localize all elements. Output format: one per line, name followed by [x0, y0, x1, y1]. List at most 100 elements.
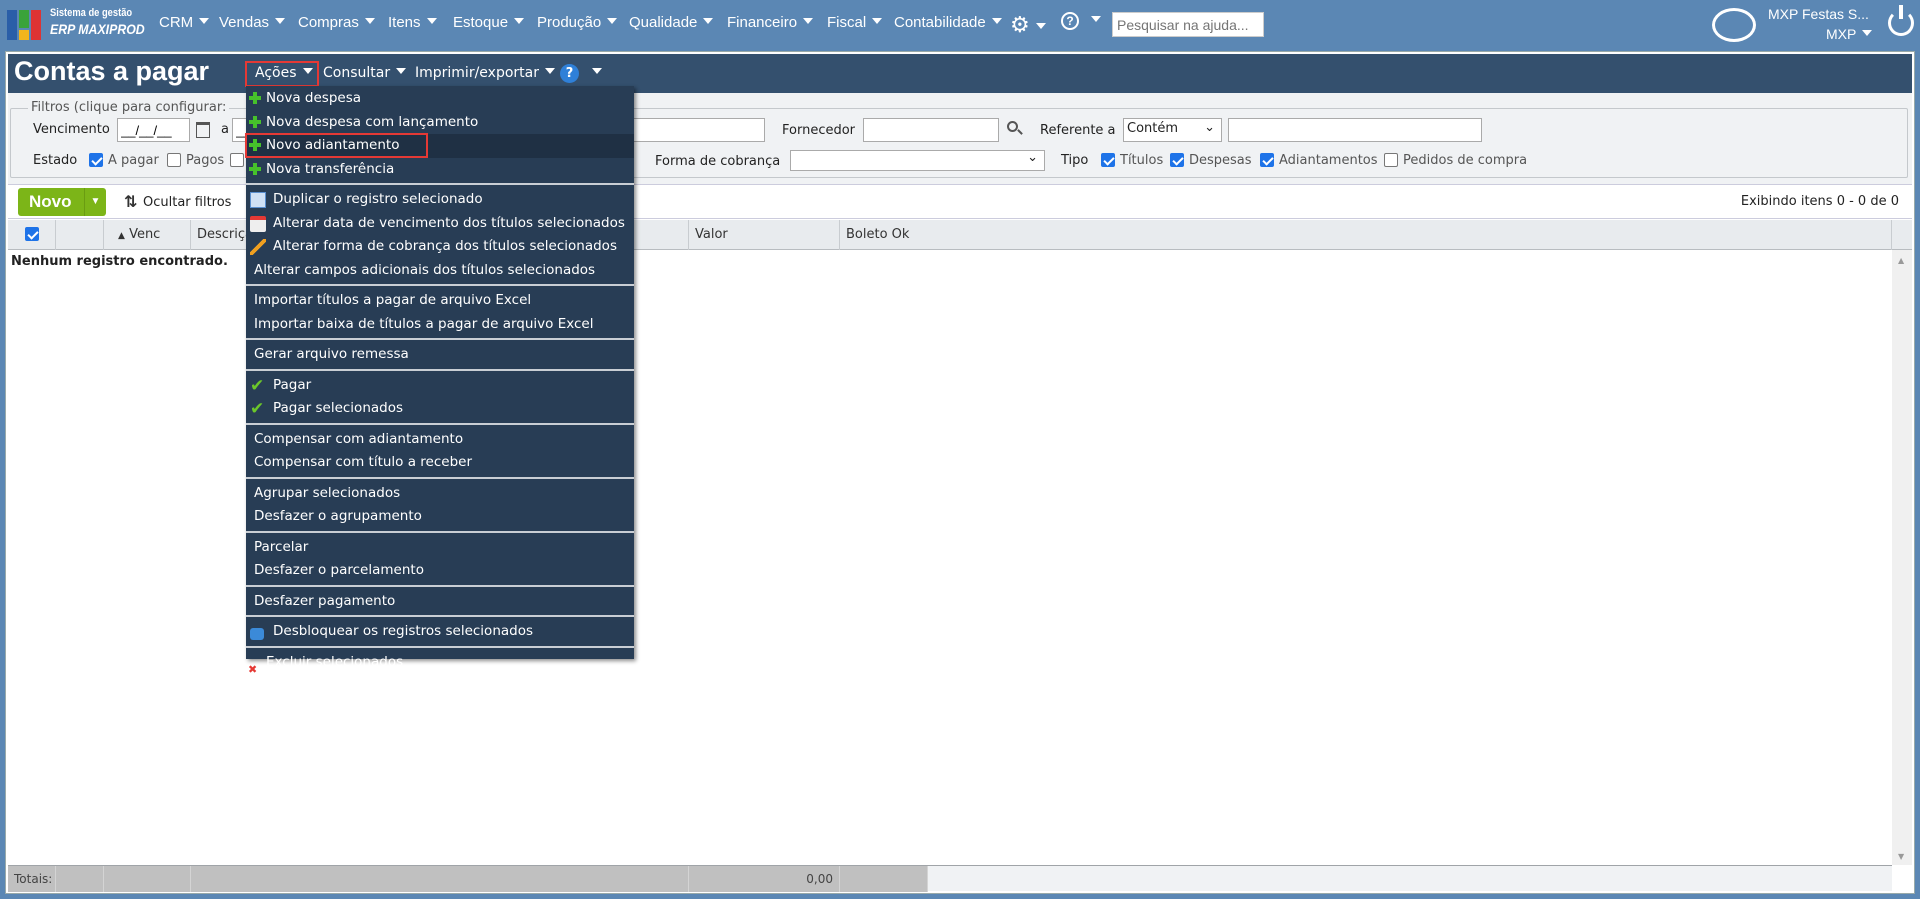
- company-label: MXP: [1826, 26, 1857, 42]
- a-label: a: [221, 122, 229, 137]
- nav-label: Qualidade: [629, 14, 698, 31]
- column-valor[interactable]: Valor: [689, 220, 840, 250]
- scrollbar[interactable]: ▲ ▼: [1892, 250, 1912, 865]
- delete-icon: ✖: [248, 662, 258, 676]
- caret-down-icon: [703, 18, 714, 24]
- tipo-titulos-checkbox[interactable]: [1101, 153, 1115, 167]
- caret-down-icon: [1035, 23, 1046, 29]
- caret-down-icon: [803, 18, 814, 24]
- help-icon[interactable]: ?: [560, 64, 579, 83]
- menu-item[interactable]: ✔ Pagar: [246, 374, 634, 398]
- menu-item[interactable]: Importar baixa de títulos a pagar de arq…: [246, 313, 634, 337]
- fornecedor-input[interactable]: [863, 118, 999, 142]
- nav-compras[interactable]: Compras: [298, 14, 375, 31]
- menu-item[interactable]: Desbloquear os registros selecionados: [246, 620, 634, 644]
- acoes-menu[interactable]: Ações: [255, 65, 313, 81]
- estado-checkbox[interactable]: [230, 153, 244, 167]
- tipo-label: Tipo: [1061, 153, 1089, 168]
- menu-item[interactable]: Nova despesa com lançamento: [246, 111, 634, 135]
- referente-input[interactable]: [1228, 118, 1482, 142]
- nav-itens[interactable]: Itens: [388, 14, 437, 31]
- totals-cell: [840, 866, 928, 892]
- menu-item[interactable]: Nova despesa: [246, 87, 634, 111]
- imprimir-menu[interactable]: Imprimir/exportar: [415, 65, 555, 81]
- brand-name: ERP MAXIPROD: [50, 21, 145, 37]
- nav-financeiro[interactable]: Financeiro: [727, 14, 814, 31]
- menu-item-label: Nova despesa com lançamento: [266, 113, 479, 130]
- nav-producao[interactable]: Produção: [537, 14, 618, 31]
- menu-item[interactable]: Parcelar: [246, 536, 634, 560]
- nav-label: Estoque: [453, 14, 509, 31]
- menu-item[interactable]: ✔ Pagar selecionados: [246, 397, 634, 421]
- menu-item[interactable]: ✖ Excluir selecionados: [246, 651, 634, 676]
- menu-item[interactable]: Alterar data de vencimento dos títulos s…: [246, 212, 634, 236]
- menu-item-label: Alterar forma de cobrança dos títulos se…: [273, 238, 617, 254]
- menu-item[interactable]: Duplicar o registro selecionado: [246, 188, 634, 212]
- menu-item[interactable]: Desfazer o agrupamento: [246, 505, 634, 529]
- nav-qualidade[interactable]: Qualidade: [629, 14, 714, 31]
- vencimento-label: Vencimento: [33, 122, 110, 137]
- caret-down-icon[interactable]: ▼: [84, 188, 106, 216]
- menu-item[interactable]: Desfazer o parcelamento: [246, 559, 634, 583]
- menu-item-label: Alterar data de vencimento dos títulos s…: [273, 214, 625, 231]
- menu-item[interactable]: Alterar forma de cobrança dos títulos se…: [246, 235, 634, 259]
- check-icon: ✔: [250, 375, 265, 396]
- nav-label: Vendas: [219, 14, 270, 31]
- estado-pagos-checkbox[interactable]: [167, 153, 181, 167]
- search-icon[interactable]: [1007, 121, 1023, 135]
- scroll-down-icon[interactable]: ▼: [1898, 852, 1904, 861]
- nav-label: Compras: [298, 14, 359, 31]
- plus-icon: [249, 162, 261, 175]
- referente-select[interactable]: Contém ⌄: [1123, 118, 1222, 142]
- menu-item-label: Nova despesa: [266, 90, 362, 106]
- brand-subtitle: Sistema de gestão: [50, 7, 133, 19]
- nav-fiscal[interactable]: Fiscal: [827, 14, 883, 31]
- nav-crm[interactable]: CRM: [159, 14, 210, 31]
- caret-down-icon: [302, 68, 313, 74]
- menu-item[interactable]: Gerar arquivo remessa: [246, 343, 634, 367]
- menu-item[interactable]: Nova transferência: [246, 158, 634, 182]
- date-from-input[interactable]: [117, 118, 190, 142]
- tipo-pedidos-checkbox[interactable]: [1384, 153, 1398, 167]
- caret-down-icon: [396, 68, 407, 74]
- referente-label: Referente a: [1040, 123, 1116, 138]
- chat-icon[interactable]: [1712, 8, 1756, 42]
- select-all-checkbox[interactable]: [25, 227, 39, 241]
- settings-menu[interactable]: ⚙: [1010, 12, 1046, 38]
- menu-item[interactable]: Compensar com adiantamento: [246, 428, 634, 452]
- menu-item[interactable]: Compensar com título a receber: [246, 451, 634, 475]
- estado-a-pagar-checkbox[interactable]: [89, 153, 103, 167]
- column-boleto-ok[interactable]: Boleto Ok: [840, 220, 1892, 250]
- nav-vendas[interactable]: Vendas: [219, 14, 286, 31]
- nav-label: CRM: [159, 14, 194, 31]
- select-value: Contém: [1127, 121, 1179, 136]
- tipo-adiantamentos-checkbox[interactable]: [1260, 153, 1274, 167]
- nav-estoque[interactable]: Estoque: [453, 14, 525, 31]
- calendar-icon[interactable]: [196, 122, 210, 138]
- novo-button[interactable]: Novo ▼: [18, 188, 106, 216]
- more-menu[interactable]: [586, 65, 602, 81]
- menu-item[interactable]: Alterar campos adicionais dos títulos se…: [246, 259, 634, 283]
- filters-legend[interactable]: Filtros (clique para configurar:: [28, 100, 230, 115]
- caret-down-icon: [1862, 30, 1873, 36]
- refresh-icon[interactable]: ⇅: [124, 192, 137, 211]
- nav-contabilidade[interactable]: Contabilidade: [894, 14, 1002, 31]
- tipo-despesas-checkbox[interactable]: [1170, 153, 1184, 167]
- column-venc[interactable]: ▲ Venc: [104, 220, 191, 250]
- menu-item-label: Duplicar o registro selecionado: [273, 191, 483, 207]
- logo[interactable]: [7, 8, 41, 42]
- user-name[interactable]: MXP Festas S...: [1768, 6, 1869, 22]
- ocultar-filtros-button[interactable]: Ocultar filtros: [143, 195, 231, 210]
- menu-item-label: Pagar: [273, 376, 312, 393]
- company-selector[interactable]: MXP: [1826, 26, 1873, 42]
- menu-item[interactable]: Importar títulos a pagar de arquivo Exce…: [246, 289, 634, 313]
- help-menu[interactable]: ?: [1061, 12, 1101, 30]
- power-icon[interactable]: [1888, 5, 1914, 36]
- consultar-menu[interactable]: Consultar: [323, 65, 407, 81]
- menu-item[interactable]: Agrupar selecionados: [246, 482, 634, 506]
- scroll-up-icon[interactable]: ▲: [1898, 256, 1904, 265]
- totals-cell: [191, 866, 689, 892]
- menu-item[interactable]: Desfazer pagamento: [246, 590, 634, 614]
- help-search-input[interactable]: [1112, 12, 1264, 37]
- forma-cobranca-select[interactable]: ⌄: [790, 150, 1045, 171]
